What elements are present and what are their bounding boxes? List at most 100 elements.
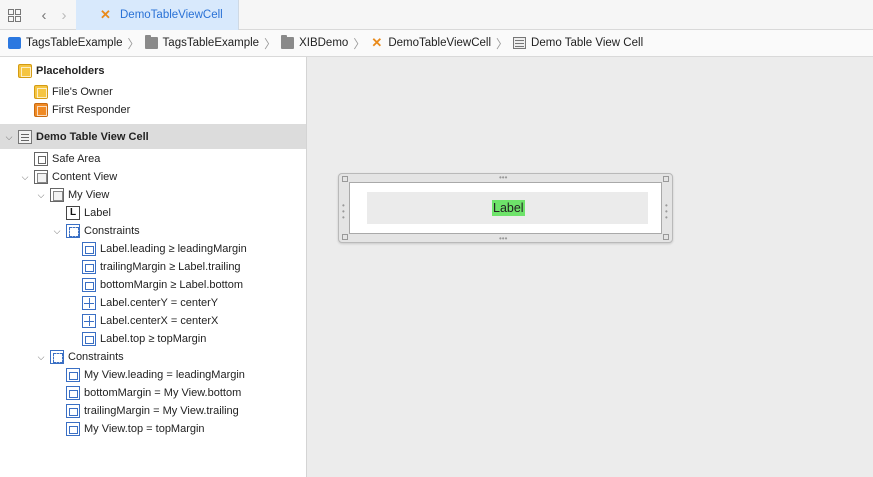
- outline-label: My View.leading = leadingMargin: [84, 369, 245, 381]
- outline-label: File's Owner: [52, 86, 113, 98]
- outline-item-constraint[interactable]: bottomMargin = My View.bottom: [0, 384, 306, 402]
- breadcrumb-label: TagsTableExample: [162, 37, 260, 49]
- constraints-icon: [66, 224, 80, 238]
- breadcrumb-project[interactable]: TagsTableExample: [8, 37, 123, 49]
- outline-item-outer-constraints[interactable]: ⌵ Constraints: [0, 348, 306, 366]
- outline-item-constraint[interactable]: trailingMargin ≥ Label.trailing: [0, 258, 306, 276]
- trailing-constraint-icon: [82, 260, 96, 274]
- outline-item-constraint[interactable]: trailingMargin = My View.trailing: [0, 402, 306, 420]
- bottom-constraint-icon: [82, 278, 96, 292]
- disclosure-open-icon[interactable]: ⌵: [4, 132, 14, 142]
- chevron-right-icon[interactable]: ›: [56, 7, 72, 24]
- swift-file-icon: ✕: [371, 35, 383, 50]
- drag-handle-right[interactable]: • • •: [665, 202, 669, 222]
- resize-handle[interactable]: [663, 234, 669, 240]
- outline-label: Label: [84, 207, 111, 219]
- outline-label: Constraints: [68, 351, 124, 363]
- tab-label: DemoTableViewCell: [120, 9, 223, 21]
- disclosure-open-icon[interactable]: ⌵: [36, 352, 46, 362]
- outline-label: Content View: [52, 171, 118, 183]
- outline-label: Safe Area: [52, 153, 101, 165]
- view-icon: [50, 188, 64, 202]
- outline-item-label[interactable]: L Label: [0, 204, 306, 222]
- outline-label: bottomMargin ≥ Label.bottom: [100, 279, 243, 291]
- safe-area-icon: [34, 152, 48, 166]
- label-view[interactable]: Label: [492, 200, 525, 216]
- corner-handle[interactable]: [663, 176, 669, 182]
- placeholder-cube-icon: [18, 64, 32, 78]
- outline-item-demo-table-view-cell[interactable]: ⌵ Demo Table View Cell: [0, 128, 306, 146]
- drag-handle-top[interactable]: •••: [499, 174, 507, 182]
- outline-item-constraint[interactable]: Label.centerX = centerX: [0, 312, 306, 330]
- outline-item-constraint[interactable]: Label.centerY = centerY: [0, 294, 306, 312]
- outline-label: Placeholders: [36, 65, 105, 77]
- leading-constraint-icon: [82, 242, 96, 256]
- outline-item-content-view[interactable]: ⌵ Content View: [0, 168, 306, 186]
- breadcrumb-label: Demo Table View Cell: [531, 37, 644, 49]
- constraints-icon: [50, 350, 64, 364]
- bottom-constraint-icon: [66, 386, 80, 400]
- disclosure-open-icon[interactable]: ⌵: [52, 226, 62, 236]
- breadcrumb-separator: 〉: [264, 36, 277, 51]
- tab-demotableviewcell[interactable]: ✕ DemoTableViewCell: [76, 0, 239, 30]
- outline-label: Label.leading ≥ leadingMargin: [100, 243, 247, 255]
- breadcrumb-separator: 〉: [127, 36, 140, 51]
- tab-bar: ‹ › ✕ DemoTableViewCell: [0, 0, 873, 30]
- outline-item-files-owner[interactable]: File's Owner: [0, 83, 306, 101]
- disclosure-open-icon[interactable]: ⌵: [36, 190, 46, 200]
- label-icon: L: [66, 206, 80, 220]
- corner-handle[interactable]: [342, 176, 348, 182]
- disclosure-open-icon[interactable]: ⌵: [20, 172, 30, 182]
- interface-builder-canvas[interactable]: ••• ••• • • • • • • Label: [307, 57, 873, 477]
- outline-label: My View.top = topMargin: [84, 423, 205, 435]
- outline-label: Demo Table View Cell: [36, 131, 149, 143]
- center-y-constraint-icon: [82, 296, 96, 310]
- folder-icon: [281, 35, 295, 49]
- outline-item-constraint[interactable]: Label.leading ≥ leadingMargin: [0, 240, 306, 258]
- chevron-left-icon[interactable]: ‹: [36, 7, 52, 24]
- breadcrumb: TagsTableExample 〉 TagsTableExample 〉 XI…: [0, 30, 873, 57]
- breadcrumb-separator: 〉: [353, 36, 366, 51]
- breadcrumb-group[interactable]: TagsTableExample: [144, 35, 260, 49]
- drag-handle-bottom[interactable]: •••: [499, 235, 507, 243]
- breadcrumb-folder[interactable]: XIBDemo: [281, 35, 348, 49]
- outline-item-inner-constraints[interactable]: ⌵ Constraints: [0, 222, 306, 240]
- outline-label: My View: [68, 189, 110, 201]
- outline-item-first-responder[interactable]: First Responder: [0, 101, 306, 119]
- center-x-constraint-icon: [82, 314, 96, 328]
- xcode-project-icon: [8, 37, 21, 49]
- outline-item-my-view[interactable]: ⌵ My View: [0, 186, 306, 204]
- swift-file-icon: ✕: [100, 7, 111, 22]
- outline-item-constraint[interactable]: Label.top ≥ topMargin: [0, 330, 306, 348]
- breadcrumb-label: DemoTableViewCell: [388, 37, 492, 49]
- grid-icon[interactable]: [6, 7, 22, 23]
- first-responder-cube-icon: [34, 103, 48, 117]
- drag-handle-left[interactable]: • • •: [342, 202, 346, 222]
- document-outline: Placeholders File's Owner First Responde…: [0, 57, 307, 477]
- outline-item-placeholders[interactable]: Placeholders: [0, 62, 306, 80]
- leading-constraint-icon: [66, 368, 80, 382]
- breadcrumb-file[interactable]: ✕ DemoTableViewCell: [370, 35, 492, 50]
- table-view-cell-icon: [18, 130, 32, 144]
- breadcrumb-cell[interactable]: Demo Table View Cell: [513, 37, 643, 49]
- outline-label: Constraints: [84, 225, 140, 237]
- folder-icon: [144, 35, 158, 49]
- outline-item-safe-area[interactable]: Safe Area: [0, 150, 306, 168]
- outline-label: trailingMargin ≥ Label.trailing: [100, 261, 241, 273]
- outline-label: Label.centerY = centerY: [100, 297, 219, 309]
- top-constraint-icon: [66, 422, 80, 436]
- corner-handle[interactable]: [342, 234, 348, 240]
- content-view[interactable]: Label: [349, 182, 662, 234]
- trailing-constraint-icon: [66, 404, 80, 418]
- table-view-cell-icon: [513, 37, 527, 49]
- outline-item-constraint[interactable]: My View.top = topMargin: [0, 420, 306, 438]
- outline-label: trailingMargin = My View.trailing: [84, 405, 239, 417]
- my-view[interactable]: Label: [367, 192, 648, 224]
- outline-item-constraint[interactable]: My View.leading = leadingMargin: [0, 366, 306, 384]
- outline-item-constraint[interactable]: bottomMargin ≥ Label.bottom: [0, 276, 306, 294]
- outline-label: Label.top ≥ topMargin: [100, 333, 207, 345]
- table-view-cell-scene[interactable]: ••• ••• • • • • • • Label: [338, 173, 673, 243]
- outline-label: bottomMargin = My View.bottom: [84, 387, 242, 399]
- outline-label: Label.centerX = centerX: [100, 315, 219, 327]
- breadcrumb-label: TagsTableExample: [26, 37, 123, 49]
